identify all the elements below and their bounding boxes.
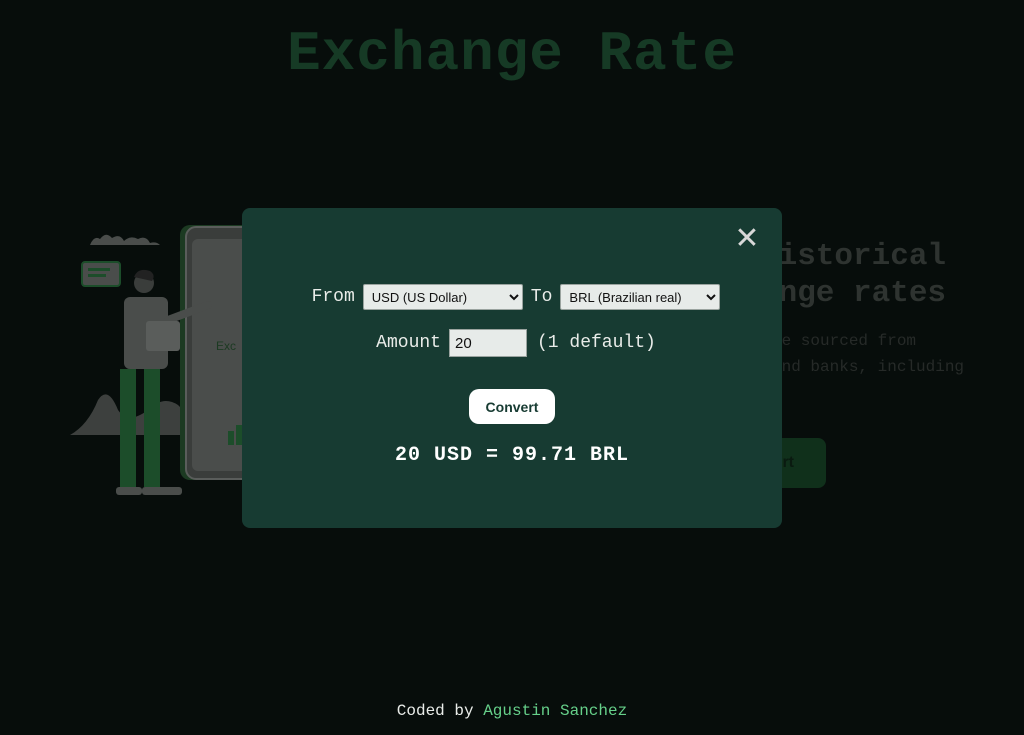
- converter-modal: ✕ From USD (US Dollar) To BRL (Brazilian…: [242, 208, 782, 528]
- currency-row: From USD (US Dollar) To BRL (Brazilian r…: [242, 283, 782, 311]
- to-currency-select[interactable]: BRL (Brazilian real): [560, 284, 721, 310]
- footer-prefix: Coded by: [396, 702, 484, 720]
- author-link[interactable]: Agustin Sanchez: [483, 702, 627, 720]
- footer: Coded by Agustin Sanchez: [0, 702, 1024, 720]
- convert-button[interactable]: Convert: [469, 389, 555, 424]
- to-label: To: [530, 287, 553, 307]
- amount-hint: (1 default): [536, 333, 656, 353]
- amount-label: Amount: [376, 333, 441, 353]
- from-currency-select[interactable]: USD (US Dollar): [362, 284, 523, 310]
- amount-input[interactable]: [448, 329, 527, 357]
- from-label: From: [311, 287, 355, 307]
- conversion-result: 20 USD = 99.71 BRL: [394, 444, 630, 467]
- page: Exchange Rate Exc historical ange rates …: [0, 0, 1024, 735]
- close-icon[interactable]: ✕: [734, 224, 760, 254]
- amount-row: Amount (1 default): [242, 329, 782, 357]
